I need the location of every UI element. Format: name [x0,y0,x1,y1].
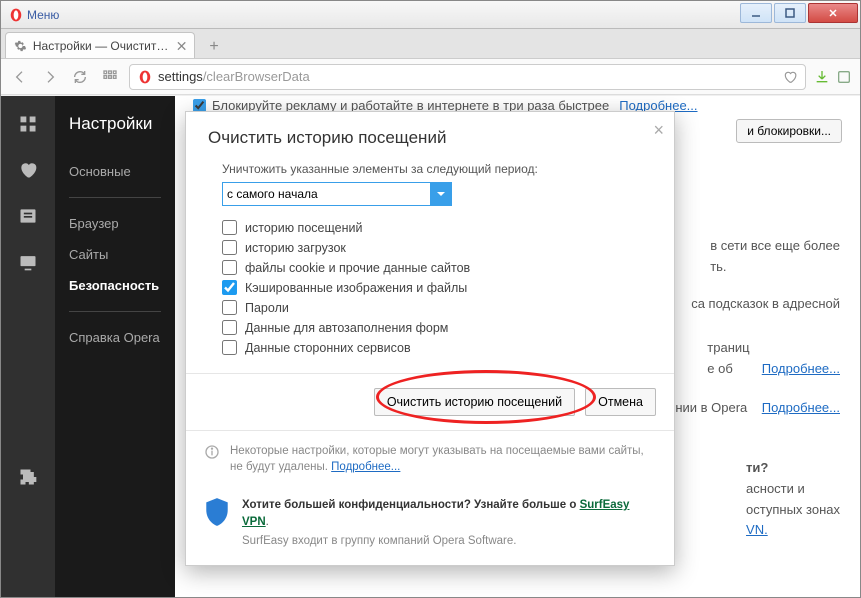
checkbox-list: историю посещений историю загрузок файлы c… [222,220,652,355]
vpn-link[interactable]: VN. [746,522,768,537]
check-row[interactable]: файлы cookie и прочие данные сайтов [222,260,652,275]
check-label: Кэшированные изображения и файлы [245,281,467,295]
check-input[interactable] [222,340,237,355]
gear-icon [14,39,27,53]
dialog-title: Очистить историю посещений [186,112,674,162]
settings-sidebar: Настройки Основные Браузер Сайты Безопас… [55,96,175,597]
speed-dial-icon[interactable] [18,114,38,134]
more-link[interactable]: Подробнее... [762,361,840,376]
news-icon[interactable] [18,206,38,226]
settings-title: Настройки [69,114,175,134]
note-more-link[interactable]: Подробнее... [331,461,400,473]
shield-icon [204,497,230,527]
info-icon [204,444,220,460]
heart-rail-icon[interactable] [18,160,38,180]
opera-icon [9,8,23,22]
url-text: settings/clearBrowserData [158,69,310,84]
check-label: Данные сторонних сервисов [245,341,411,355]
check-input[interactable] [222,280,237,295]
bg-fragment: ть. [710,259,726,274]
dialog-close-button[interactable]: × [653,120,664,141]
bg-fragment: е об [707,361,733,376]
sidebar-item-basic[interactable]: Основные [69,156,175,187]
left-rail [1,96,55,597]
check-label: историю загрузок [245,241,346,255]
download-icon[interactable] [814,69,830,85]
check-row[interactable]: Данные сторонних сервисов [222,340,652,355]
check-label: файлы cookie и прочие данные сайтов [245,261,470,275]
menu-label-text: Меню [27,8,59,22]
check-label: историю посещений [245,221,362,235]
bg-fragment: са подсказок в адресной [691,296,840,311]
bg-fragment: траниц [707,340,749,355]
reload-button[interactable] [69,66,91,88]
check-input[interactable] [222,240,237,255]
opera-small-icon [138,70,152,84]
vpn-subtext: SurfEasy входит в группу компаний Opera … [242,533,656,550]
sidebar-item-sites[interactable]: Сайты [69,239,175,270]
forward-button[interactable] [39,66,61,88]
sidebar-item-help[interactable]: Справка Opera [69,322,175,353]
bg-fragment: оступных зонах [746,502,840,517]
sidebar-item-browser[interactable]: Браузер [69,208,175,239]
address-bar: settings/clearBrowserData [1,59,860,95]
tab-strip: Настройки — Очистить и... + [1,29,860,59]
tab-title: Настройки — Очистить и... [33,39,171,53]
opera-menu-button[interactable]: Меню [1,8,73,22]
tab-close-icon[interactable] [177,41,186,51]
check-label: Данные для автозаполнения форм [245,321,448,335]
cancel-button[interactable]: Отмена [585,388,656,416]
check-input[interactable] [222,320,237,335]
back-button[interactable] [9,66,31,88]
check-label: Пароли [245,301,289,315]
clear-history-dialog: × Очистить историю посещений Уничтожить … [185,111,675,566]
check-input[interactable] [222,260,237,275]
more-link[interactable]: Подробнее... [762,400,840,415]
extension-icon[interactable] [836,69,852,85]
check-row[interactable]: Данные для автозаполнения форм [222,320,652,335]
check-row[interactable]: Кэшированные изображения и файлы [222,280,652,295]
blocking-settings-button[interactable]: и блокировки... [736,119,842,143]
dialog-prompt: Уничтожить указанные элементы за следующ… [222,162,652,176]
bg-fragment: ти? [746,460,768,475]
window-minimize-button[interactable] [740,3,772,23]
clear-history-button[interactable]: Очистить историю посещений [374,388,575,416]
address-field[interactable]: settings/clearBrowserData [129,64,806,90]
sidebar-item-security[interactable]: Безопасность [69,270,175,301]
window-titlebar: Меню [1,1,860,29]
dialog-note: Некоторые настройки, которые могут указы… [230,443,656,475]
period-select[interactable]: с самого начала [222,182,452,206]
check-input[interactable] [222,220,237,235]
speed-dial-button[interactable] [99,66,121,88]
vpn-promo-text: Хотите большей конфиденциальности? Узнай… [242,499,580,511]
bg-fragment: нии в Opera [675,400,747,415]
extensions-rail-icon[interactable] [18,467,38,487]
new-tab-button[interactable]: + [201,36,227,58]
window-close-button[interactable] [808,3,858,23]
check-row[interactable]: историю загрузок [222,240,652,255]
check-row[interactable]: историю посещений [222,220,652,235]
check-row[interactable]: Пароли [222,300,652,315]
active-tab[interactable]: Настройки — Очистить и... [5,32,195,58]
bg-fragment: в сети все еще более [710,238,840,253]
bg-fragment: асности и [746,481,805,496]
display-icon[interactable] [18,252,38,272]
bookmark-heart-icon[interactable] [783,70,797,84]
check-input[interactable] [222,300,237,315]
window-maximize-button[interactable] [774,3,806,23]
